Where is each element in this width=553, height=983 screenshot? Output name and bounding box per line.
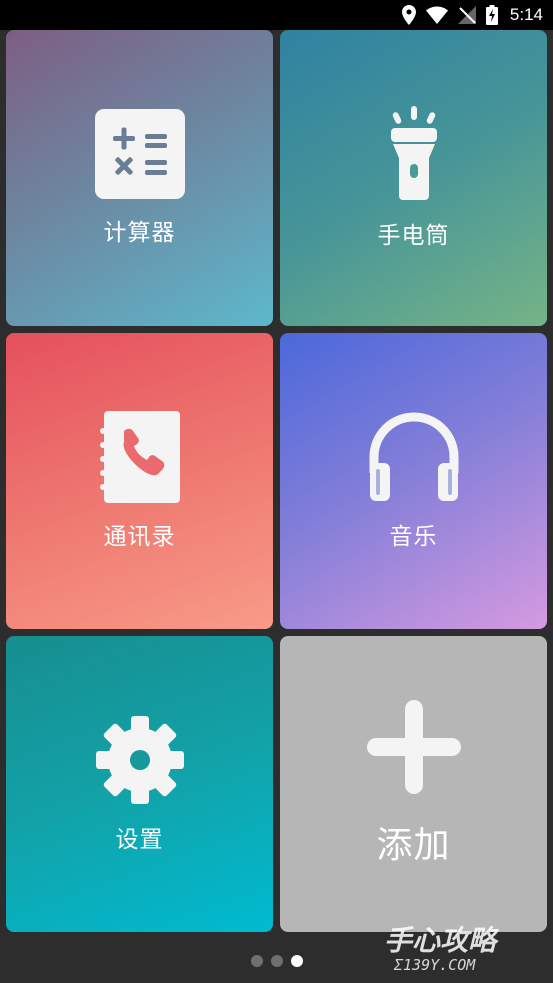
tile-music[interactable]: 音乐 [280, 333, 547, 629]
plus-icon [366, 700, 461, 798]
tile-settings[interactable]: 设置 [6, 636, 273, 932]
status-time: 5:14 [509, 5, 543, 24]
status-bar: 5:14 [0, 0, 553, 30]
page-dot[interactable] [270, 955, 283, 967]
flashlight-icon [379, 106, 449, 206]
no-signal-icon [457, 6, 476, 24]
gear-icon [94, 714, 186, 810]
tile-calculator[interactable]: 计算器 [6, 30, 273, 326]
contacts-book-icon [98, 411, 182, 507]
tile-label: 音乐 [389, 524, 438, 550]
page-dot-active[interactable] [290, 955, 303, 967]
tile-contacts[interactable]: 通讯录 [6, 333, 273, 629]
wifi-icon [425, 6, 448, 24]
tile-label: 添加 [376, 825, 451, 866]
battery-charging-icon [485, 5, 498, 25]
headphones-icon [368, 411, 460, 507]
tile-label: 设置 [115, 827, 164, 853]
tile-label: 通讯录 [103, 524, 176, 550]
tile-add[interactable]: 添加 [280, 636, 547, 932]
tile-label: 手电筒 [377, 223, 450, 249]
tile-flashlight[interactable]: 手电筒 [280, 30, 547, 326]
calculator-icon [94, 109, 185, 203]
page-dot[interactable] [250, 955, 263, 967]
tile-label: 计算器 [103, 220, 176, 246]
watermark-brand: 手心攻略 [384, 924, 500, 957]
watermark-domain: Σ139Y.COM [393, 956, 476, 974]
location-icon [401, 5, 416, 25]
watermark-logo: 手心攻略 Σ139Y.COM [382, 918, 552, 978]
